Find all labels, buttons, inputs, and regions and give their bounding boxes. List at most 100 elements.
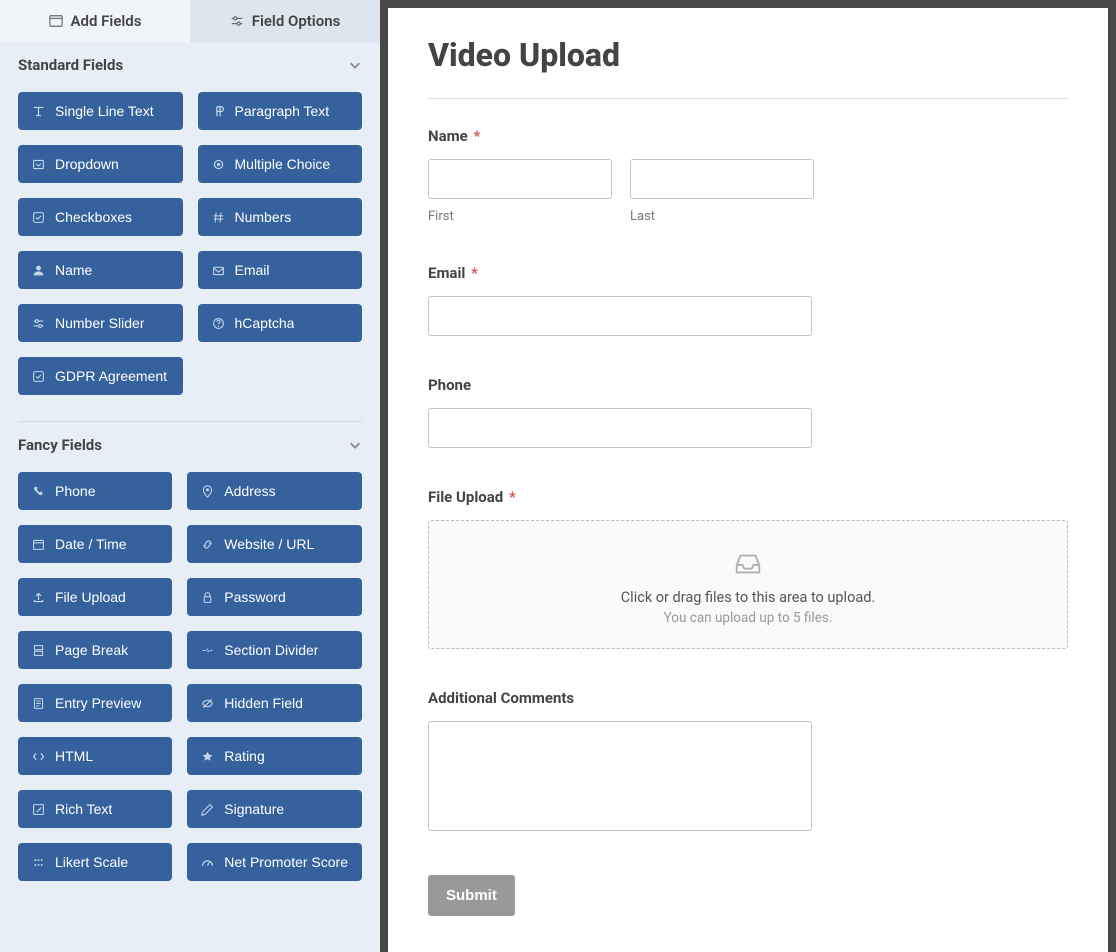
field-btn-label: Password [224, 589, 285, 605]
field-btn-email[interactable]: Email [198, 251, 363, 289]
field-btn-label: GDPR Agreement [55, 368, 167, 384]
lock-icon [201, 591, 214, 604]
field-btn-label: Rating [224, 748, 264, 764]
phone-icon [32, 485, 45, 498]
fancy-fields-grid: Phone Address Date / Time Website / URL File… [0, 464, 380, 899]
field-btn-label: Number Slider [55, 315, 144, 331]
field-btn-label: Website / URL [224, 536, 314, 552]
check-icon [32, 370, 45, 383]
field-label: Additional Comments [428, 689, 1068, 707]
last-sublabel: Last [630, 209, 814, 224]
pagebreak-icon [32, 644, 45, 657]
calendar-icon [32, 538, 45, 551]
field-btn-address[interactable]: Address [187, 472, 362, 510]
tab-field-options[interactable]: Field Options [190, 0, 380, 42]
eye-off-icon [201, 697, 214, 710]
first-sublabel: First [428, 209, 612, 224]
canvas-frame: Video Upload Name * First Last Email * [380, 0, 1116, 952]
field-btn-label: File Upload [55, 589, 126, 605]
field-btn-label: Net Promoter Score [224, 854, 348, 870]
dropdown-icon [32, 158, 45, 171]
field-btn-number-slider[interactable]: Number Slider [18, 304, 183, 342]
inbox-icon [733, 549, 763, 577]
field-btn-label: Page Break [55, 642, 128, 658]
field-btn-numbers[interactable]: Numbers [198, 198, 363, 236]
field-btn-entry-preview[interactable]: Entry Preview [18, 684, 172, 722]
field-btn-label: Name [55, 262, 92, 278]
field-btn-label: Checkboxes [55, 209, 132, 225]
code-icon [32, 750, 45, 763]
field-btn-gdpr-agreement[interactable]: GDPR Agreement [18, 357, 183, 395]
field-btn-rating[interactable]: Rating [187, 737, 362, 775]
field-btn-label: Likert Scale [55, 854, 128, 870]
tabs: Add Fields Field Options [0, 0, 380, 42]
field-btn-paragraph-text[interactable]: Paragraph Text [198, 92, 363, 130]
pin-icon [201, 485, 214, 498]
field-label: Phone [428, 376, 1068, 394]
field-btn-label: Hidden Field [224, 695, 303, 711]
tab-label: Field Options [252, 12, 341, 30]
sliders-icon [230, 14, 244, 28]
field-btn-label: Email [235, 262, 270, 278]
tab-add-fields[interactable]: Add Fields [0, 0, 190, 42]
required-asterisk: * [509, 488, 516, 506]
field-btn-phone[interactable]: Phone [18, 472, 172, 510]
field-btn-checkboxes[interactable]: Checkboxes [18, 198, 183, 236]
title-divider [428, 98, 1068, 99]
field-btn-file-upload[interactable]: File Upload [18, 578, 172, 616]
field-btn-page-break[interactable]: Page Break [18, 631, 172, 669]
doc-icon [32, 697, 45, 710]
standard-fields-grid: Single Line Text Paragraph Text Dropdown Mu… [0, 84, 380, 413]
chevron-down-icon [348, 438, 362, 452]
section-title: Fancy Fields [18, 436, 102, 454]
field-btn-multiple-choice[interactable]: Multiple Choice [198, 145, 363, 183]
last-name-input[interactable] [630, 159, 814, 199]
file-dropzone[interactable]: Click or drag files to this area to uplo… [428, 520, 1068, 649]
sidebar: Add Fields Field Options Standard Fields… [0, 0, 380, 952]
field-name[interactable]: Name * First Last [428, 127, 1068, 224]
first-name-input[interactable] [428, 159, 612, 199]
field-btn-label: HTML [55, 748, 93, 764]
field-btn-hidden-field[interactable]: Hidden Field [187, 684, 362, 722]
field-btn-signature[interactable]: Signature [187, 790, 362, 828]
email-input[interactable] [428, 296, 812, 336]
divider-icon [201, 644, 214, 657]
field-btn-likert-scale[interactable]: Likert Scale [18, 843, 172, 881]
link-icon [201, 538, 214, 551]
phone-input[interactable] [428, 408, 812, 448]
dots-icon [32, 856, 45, 869]
field-btn-website-url[interactable]: Website / URL [187, 525, 362, 563]
field-btn-password[interactable]: Password [187, 578, 362, 616]
paragraph-icon [212, 105, 225, 118]
user-icon [32, 264, 45, 277]
field-btn-dropdown[interactable]: Dropdown [18, 145, 183, 183]
field-btn-single-line-text[interactable]: Single Line Text [18, 92, 183, 130]
field-btn-name[interactable]: Name [18, 251, 183, 289]
field-btn-label: Single Line Text [55, 103, 154, 119]
star-icon [201, 750, 214, 763]
section-fancy-fields[interactable]: Fancy Fields [18, 436, 362, 464]
section-standard-fields[interactable]: Standard Fields [18, 56, 362, 84]
field-btn-label: Rich Text [55, 801, 112, 817]
field-btn-net-promoter-score[interactable]: Net Promoter Score [187, 843, 362, 881]
chevron-down-icon [348, 58, 362, 72]
field-btn-html[interactable]: HTML [18, 737, 172, 775]
field-file-upload[interactable]: File Upload * Click or drag files to thi… [428, 488, 1068, 649]
field-phone[interactable]: Phone [428, 376, 1068, 448]
form-canvas: Video Upload Name * First Last Email * [388, 8, 1108, 952]
field-btn-label: Signature [224, 801, 284, 817]
comments-textarea[interactable] [428, 721, 812, 831]
section-title: Standard Fields [18, 56, 123, 74]
field-btn-label: Address [224, 483, 275, 499]
field-btn-hcaptcha[interactable]: hCaptcha [198, 304, 363, 342]
field-btn-date-time[interactable]: Date / Time [18, 525, 172, 563]
field-email[interactable]: Email * [428, 264, 1068, 336]
field-btn-rich-text[interactable]: Rich Text [18, 790, 172, 828]
field-btn-label: Section Divider [224, 642, 318, 658]
dropzone-subtext: You can upload up to 5 files. [449, 610, 1047, 626]
field-comments[interactable]: Additional Comments [428, 689, 1068, 835]
gauge-icon [201, 856, 214, 869]
edit-icon [32, 803, 45, 816]
field-btn-section-divider[interactable]: Section Divider [187, 631, 362, 669]
submit-button[interactable]: Submit [428, 875, 515, 916]
